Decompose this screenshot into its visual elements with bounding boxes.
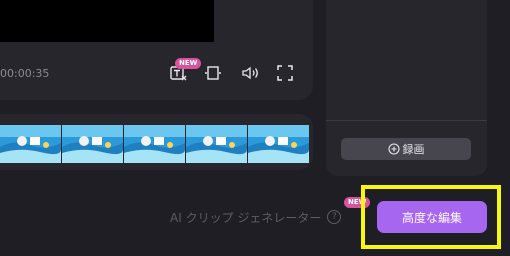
- video-thumbnail: [248, 125, 309, 163]
- record-label: 録画: [402, 143, 425, 156]
- divider: [326, 120, 487, 121]
- video-thumbnail: [0, 125, 61, 163]
- fullscreen-button[interactable]: [274, 63, 296, 83]
- timecode: 00:00:35: [0, 67, 50, 80]
- video-player: 00:00:35 NEW: [0, 0, 313, 100]
- volume-icon: [242, 66, 258, 80]
- advanced-edit-button[interactable]: 高度な編集: [377, 201, 487, 233]
- video-thumbnail: [62, 125, 123, 163]
- thumbnail-strip[interactable]: [0, 125, 309, 163]
- add-circle-icon: [387, 143, 400, 155]
- volume-button[interactable]: [239, 63, 261, 83]
- video-preview[interactable]: [0, 0, 214, 42]
- side-panel: 録画: [326, 0, 487, 176]
- video-thumbnail: [124, 125, 185, 163]
- help-icon[interactable]: ?: [327, 210, 342, 224]
- record-button[interactable]: 録画: [341, 138, 471, 160]
- crop-button[interactable]: [202, 63, 224, 83]
- timeline: [0, 114, 313, 170]
- ai-clip-label: AI クリップ ジェネレーター: [170, 210, 322, 225]
- crop-frame-icon: [205, 66, 221, 80]
- ai-clip-generator-button[interactable]: AI クリップ ジェネレーター ?: [170, 203, 352, 231]
- fullscreen-icon: [277, 65, 293, 81]
- video-thumbnail: [186, 125, 247, 163]
- new-badge: NEW: [175, 58, 202, 69]
